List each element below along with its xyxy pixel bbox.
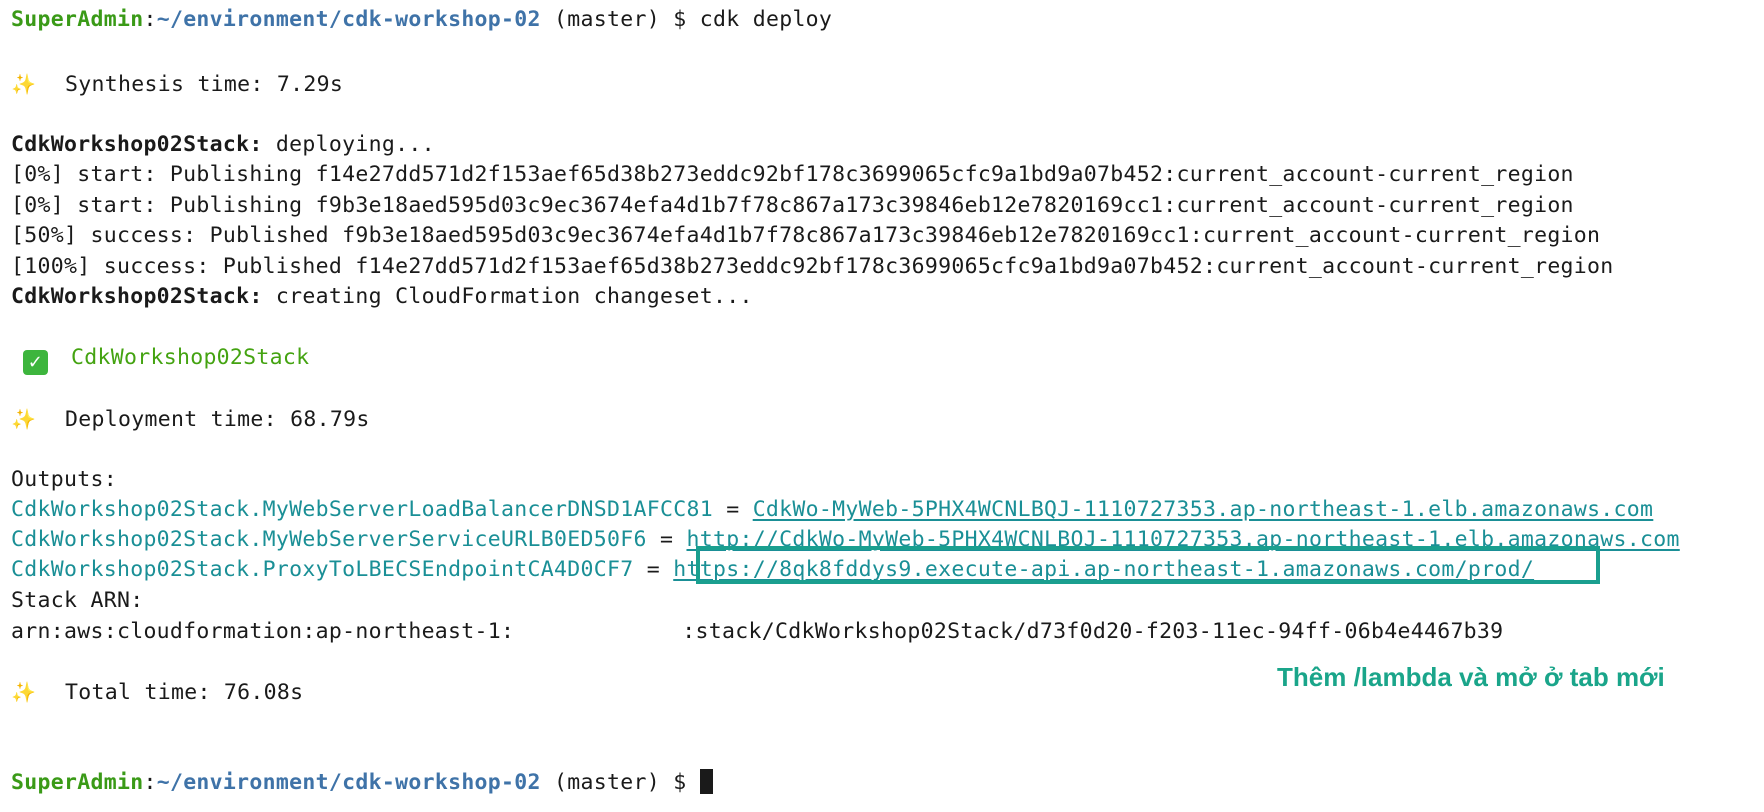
output-eq: =: [712, 497, 753, 522]
changeset-stack: CdkWorkshop02Stack: [11, 284, 250, 309]
annotation-note: Thêm /lambda và mở ở tab mới: [1277, 662, 1665, 692]
deploying-text: deploying...: [262, 132, 435, 157]
output-stack: CdkWorkshop02Stack: [11, 557, 250, 582]
synthesis-line: ✨ Synthesis time: 7.29s: [11, 69, 343, 99]
output-row: CdkWorkshop02Stack.MyWebServerLoadBalanc…: [11, 495, 1653, 525]
total-time-text: Total time: 76.08s: [65, 680, 304, 705]
publish-line: [50%] success: Published f9b3e18aed595d0…: [11, 223, 1601, 248]
outputs-label: Outputs:: [11, 467, 117, 492]
output-key: .MyWebServerLoadBalancerDNSD1AFCC81: [249, 497, 713, 522]
deployment-text: Deployment time: 68.79s: [65, 407, 370, 432]
output-value-link[interactable]: CdkWo-MyWeb-5PHX4WCNLBQJ-1110727353.ap-n…: [753, 497, 1654, 522]
terminal-cursor: [699, 769, 713, 794]
deploying-stack: CdkWorkshop02Stack: [11, 132, 250, 157]
publish-line: [0%] start: Publishing f14e27dd571d2f153…: [11, 162, 1574, 187]
stack-arn-suffix: :stack/CdkWorkshop02Stack/d73f0d20-f203-…: [682, 619, 1504, 644]
synthesis-text: Synthesis time: 7.29s: [65, 72, 344, 97]
changeset-colon: :: [249, 284, 263, 309]
check-mark-icon: ✓: [23, 350, 48, 375]
prompt-command: cdk deploy: [699, 7, 833, 32]
output-stack: CdkWorkshop02Stack: [11, 527, 250, 552]
stack-complete-line: ✓ CdkWorkshop02Stack: [11, 343, 310, 375]
sparkles-icon: ✨: [11, 407, 37, 431]
prompt-separator: :: [143, 770, 157, 795]
deploying-text-colon: :: [249, 132, 263, 157]
publish-line: [0%] start: Publishing f9b3e18aed595d03c…: [11, 193, 1574, 218]
prompt-user: SuperAdmin: [11, 7, 144, 32]
total-time-line: ✨ Total time: 76.08s: [11, 677, 303, 707]
stack-complete-name: CdkWorkshop02Stack: [71, 345, 310, 370]
changeset-text: creating CloudFormation changeset...: [262, 284, 753, 309]
prompt-path: ~/environment/cdk-workshop-02: [156, 770, 541, 795]
highlight-box: [696, 546, 1600, 584]
deployment-line: ✨ Deployment time: 68.79s: [11, 404, 370, 434]
prompt-separator: :: [143, 7, 157, 32]
changeset-line: CdkWorkshop02Stack: creating CloudFormat…: [11, 282, 753, 312]
sparkles-icon: ✨: [11, 680, 37, 704]
prompt-user: SuperAdmin: [11, 770, 144, 795]
redacted-account-id: [514, 616, 683, 648]
output-eq: =: [646, 527, 687, 552]
output-stack: CdkWorkshop02Stack: [11, 497, 250, 522]
prompt-branch: (master) $: [540, 7, 700, 32]
deploying-line: CdkWorkshop02Stack: deploying...: [11, 130, 435, 160]
prompt-line-final[interactable]: SuperAdmin:~/environment/cdk-workshop-02…: [11, 768, 713, 798]
output-key: .MyWebServerServiceURLB0ED50F6: [249, 527, 647, 552]
publish-line: [100%] success: Published f14e27dd571d2f…: [11, 254, 1614, 279]
prompt-branch: (master) $: [540, 770, 700, 795]
sparkles-icon: ✨: [11, 72, 37, 96]
stack-arn-label: Stack ARN:: [11, 588, 144, 613]
prompt-line: SuperAdmin:~/environment/cdk-workshop-02…: [11, 5, 832, 35]
stack-arn-line: arn:aws:cloudformation:ap-northeast-1: :s…: [11, 616, 1504, 648]
stack-arn-prefix: arn:aws:cloudformation:ap-northeast-1:: [11, 619, 515, 644]
prompt-path: ~/environment/cdk-workshop-02: [156, 7, 541, 32]
output-eq: =: [633, 557, 674, 582]
output-key: .ProxyToLBECSEndpointCA4D0CF7: [249, 557, 634, 582]
